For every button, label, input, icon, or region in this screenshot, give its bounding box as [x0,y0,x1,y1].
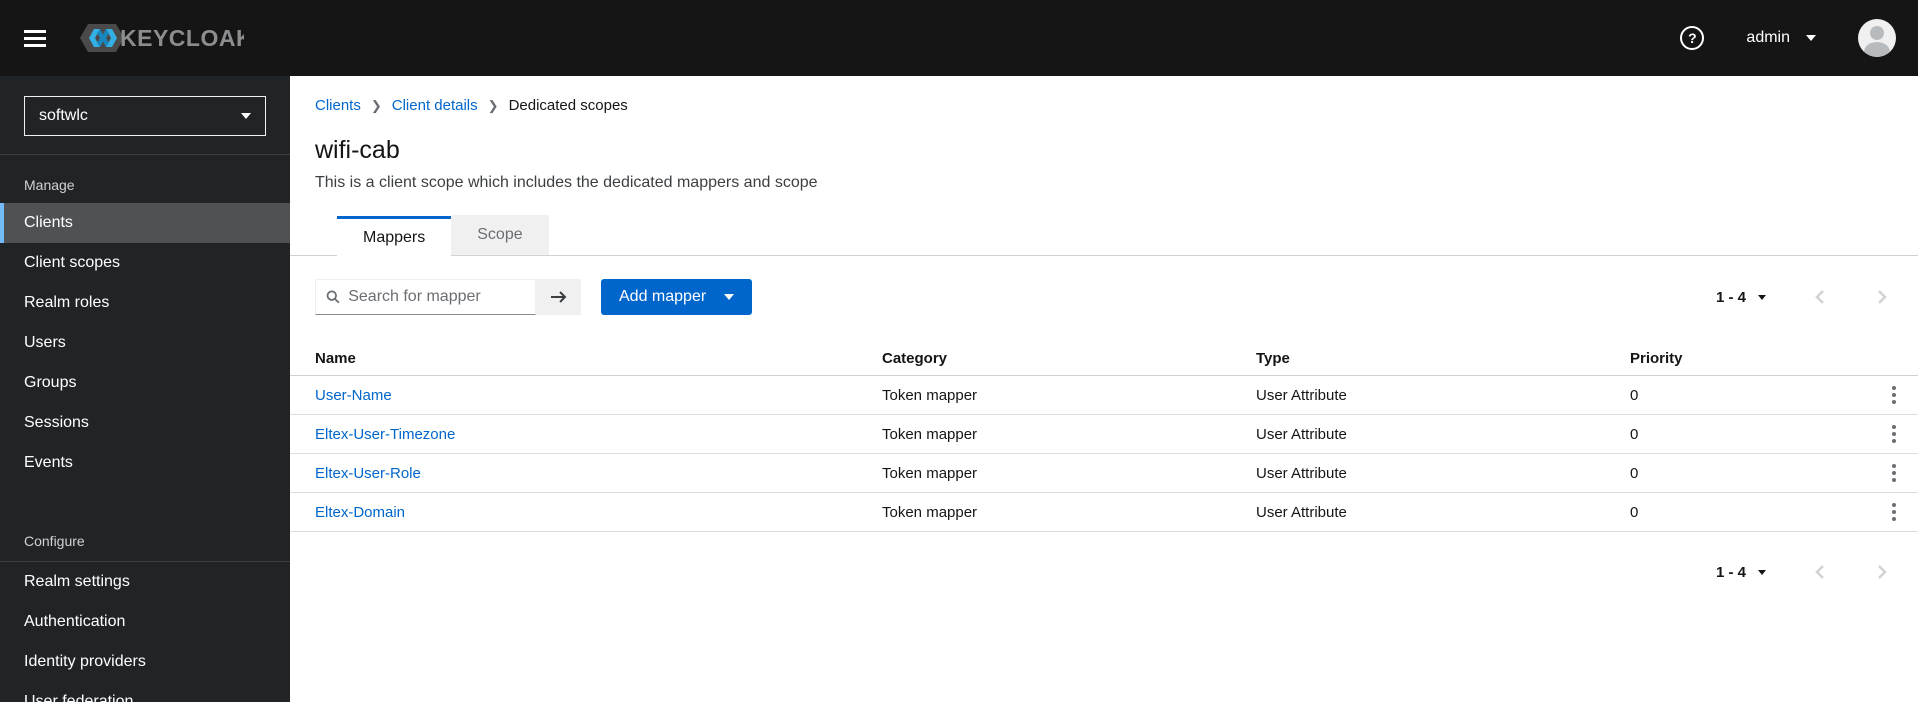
avatar-body [1864,42,1890,57]
sidebar-item-sessions[interactable]: Sessions [0,403,290,443]
masthead: KEYCLOAK ? admin [0,0,1918,76]
chevron-right-icon: ❯ [370,97,382,113]
column-priority: Priority [1630,349,1683,367]
avatar-head [1870,26,1884,40]
sidebar-item-client-scopes[interactable]: Client scopes [0,243,290,283]
pagination-range: 1 - 4 [1715,563,1746,581]
breadcrumb-clients[interactable]: Clients [315,97,361,114]
cell-type: User Attribute [1256,425,1347,443]
mapper-link[interactable]: User-Name [315,387,392,404]
pagination-prev-button[interactable] [1794,564,1846,580]
svg-text:KEYCLOAK: KEYCLOAK [120,25,244,51]
column-category: Category [882,349,948,367]
cell-category: Token mapper [882,503,978,521]
sidebar-item-authentication[interactable]: Authentication [0,602,290,642]
mappers-table: Name Category Type Priority User-Name To… [290,341,1918,532]
sidebar-item-realm-settings[interactable]: Realm settings [0,562,290,602]
toolbar: Add mapper 1 - 4 [315,279,1893,315]
search-submit-button[interactable] [536,279,581,315]
caret-down-icon [1758,294,1766,300]
tabs: Mappers Scope [290,215,1918,256]
sidebar: softwlc Manage Clients Client scopes Rea… [0,76,290,702]
search-icon [326,290,340,304]
chevron-down-icon [241,113,251,119]
kebab-menu-icon[interactable] [1888,382,1900,408]
sidebar-item-user-federation[interactable]: User federation [0,682,290,702]
cell-priority: 0 [1630,386,1639,404]
page-title: wifi-cab [315,136,400,164]
tab-mappers[interactable]: Mappers [337,216,452,256]
hamburger-menu-icon[interactable] [24,26,46,51]
user-menu[interactable]: admin [1746,29,1816,47]
sidebar-item-clients[interactable]: Clients [0,203,290,243]
main-content: Clients ❯ Client details ❯ Dedicated sco… [290,76,1918,702]
column-name: Name [315,349,356,367]
search-input-wrapper [315,279,536,315]
sidebar-item-identity-providers[interactable]: Identity providers [0,642,290,682]
realm-name: softwlc [39,107,88,124]
avatar[interactable] [1858,19,1896,57]
sidebar-item-events[interactable]: Events [0,443,290,483]
add-mapper-button[interactable]: Add mapper [601,279,753,315]
mapper-link[interactable]: Eltex-User-Role [315,465,421,482]
keycloak-logo-image: KEYCLOAK [80,24,244,52]
keycloak-logo[interactable]: KEYCLOAK [76,18,244,58]
pagination-next-button[interactable] [1856,289,1908,305]
table-header: Name Category Type Priority [290,341,1918,376]
chevron-right-icon [1878,565,1887,579]
pagination-next-button[interactable] [1856,564,1908,580]
chevron-left-icon [1815,290,1824,304]
cell-priority: 0 [1630,464,1639,482]
column-type: Type [1256,349,1290,367]
breadcrumb: Clients ❯ Client details ❯ Dedicated sco… [315,97,1918,114]
cell-type: User Attribute [1256,464,1347,482]
pagination-range: 1 - 4 [1715,288,1746,306]
table-row: Eltex-Domain Token mapper User Attribute… [290,493,1918,532]
breadcrumb-client-details[interactable]: Client details [392,97,478,114]
kebab-menu-icon[interactable] [1888,460,1900,486]
sidebar-item-realm-roles[interactable]: Realm roles [0,283,290,323]
pagination-bottom: 1 - 4 [290,554,1908,590]
search-input[interactable] [348,288,525,306]
sidebar-item-groups[interactable]: Groups [0,363,290,403]
table-row: Eltex-User-Role Token mapper User Attrib… [290,454,1918,493]
cell-priority: 0 [1630,503,1639,521]
breadcrumb-current: Dedicated scopes [508,97,628,114]
cell-type: User Attribute [1256,503,1347,521]
chevron-left-icon [1815,565,1824,579]
kebab-menu-icon[interactable] [1888,421,1900,447]
realm-selector[interactable]: softwlc [24,96,266,136]
help-icon[interactable]: ? [1680,26,1705,50]
cell-category: Token mapper [882,425,978,443]
arrow-right-icon [550,291,566,303]
mapper-link[interactable]: Eltex-User-Timezone [315,426,455,443]
pagination-menu-toggle[interactable]: 1 - 4 [1716,289,1766,306]
table-row: User-Name Token mapper User Attribute 0 [290,376,1918,415]
cell-type: User Attribute [1256,386,1347,404]
caret-down-icon [724,294,735,300]
cell-priority: 0 [1630,425,1639,443]
page-subtitle: This is a client scope which includes th… [315,174,818,191]
chevron-right-icon [1878,290,1887,304]
mapper-link[interactable]: Eltex-Domain [315,504,405,521]
caret-down-icon [1758,569,1766,575]
table-row: Eltex-User-Timezone Token mapper User At… [290,415,1918,454]
chevron-right-icon: ❯ [487,97,499,113]
pagination-menu-toggle[interactable]: 1 - 4 [1716,564,1766,581]
username-label: admin [1746,29,1790,46]
pagination-prev-button[interactable] [1794,289,1846,305]
nav-group-manage: Manage [24,177,75,193]
chevron-down-icon [1806,35,1816,41]
cell-category: Token mapper [882,464,978,482]
nav-group-configure: Configure [24,533,85,549]
kebab-menu-icon[interactable] [1888,499,1900,525]
sidebar-item-users[interactable]: Users [0,323,290,363]
cell-category: Token mapper [882,386,978,404]
pagination-top: 1 - 4 [1716,279,1908,315]
tab-scope[interactable]: Scope [451,215,549,255]
